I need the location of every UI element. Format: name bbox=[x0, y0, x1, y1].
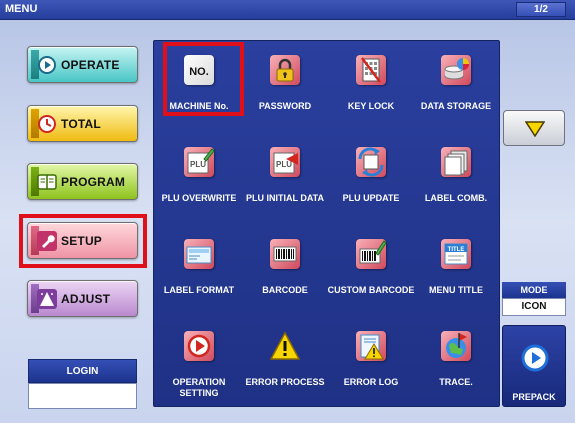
grid-label: LABEL FORMAT bbox=[163, 285, 235, 295]
label-comb-icon bbox=[439, 145, 473, 179]
grid-label: MACHINE No. bbox=[169, 101, 229, 111]
grid-label: OPERATION SETTING bbox=[172, 377, 226, 398]
grid-label: DATA STORAGE bbox=[420, 101, 492, 111]
plu-overwrite-icon-text: PLU bbox=[190, 160, 206, 169]
plu-initial-icon: PLU bbox=[268, 145, 302, 179]
grid-item-custom-barcode[interactable]: CUSTOM BARCODE bbox=[328, 229, 414, 319]
triangle-down-icon bbox=[525, 121, 545, 137]
data-storage-icon bbox=[439, 53, 473, 87]
page-indicator: 1/2 bbox=[516, 2, 566, 17]
prepack-button[interactable]: PREPACK bbox=[502, 325, 566, 407]
prepack-label: PREPACK bbox=[512, 392, 556, 402]
play-circle-icon bbox=[37, 55, 57, 75]
menu-label-program: PROGRAM bbox=[61, 175, 126, 189]
scroll-down-button[interactable] bbox=[503, 110, 565, 146]
menu-label-total: TOTAL bbox=[61, 117, 101, 131]
grid-item-key-lock[interactable]: KEY LOCK bbox=[328, 45, 414, 135]
book-icon bbox=[37, 172, 57, 192]
window-title: MENU bbox=[5, 3, 38, 15]
custom-barcode-icon bbox=[354, 237, 388, 271]
trace-icon bbox=[439, 329, 473, 363]
title-bar: MENU 1/2 bbox=[0, 0, 575, 20]
grid-label: PLU INITIAL DATA bbox=[246, 193, 324, 203]
label-format-icon bbox=[182, 237, 216, 271]
grid-label: KEY LOCK bbox=[347, 101, 395, 111]
grid-label: LABEL COMB. bbox=[424, 193, 488, 203]
menu-label-adjust: ADJUST bbox=[61, 292, 111, 306]
icon-panel: NO. MACHINE No. PASSWORD KEY LOCK DATA S… bbox=[153, 40, 500, 407]
error-log-icon bbox=[354, 329, 388, 363]
grid-label: CUSTOM BARCODE bbox=[327, 285, 415, 295]
grid-item-plu-overwrite[interactable]: PLU PLU OVERWRITE bbox=[156, 137, 242, 227]
grid-label: PLU OVERWRITE bbox=[161, 193, 237, 203]
mode-value[interactable]: ICON bbox=[502, 298, 566, 316]
grid-label: TRACE. bbox=[439, 377, 473, 387]
grid-label: BARCODE bbox=[262, 285, 308, 295]
adjust-icon bbox=[37, 289, 57, 309]
grid-item-plu-initial-data[interactable]: PLU PLU INITIAL DATA bbox=[242, 137, 328, 227]
plu-initial-icon-text: PLU bbox=[276, 160, 292, 169]
menu-button-adjust[interactable]: ADJUST bbox=[27, 280, 138, 317]
grid-label: MENU TITLE bbox=[429, 285, 483, 295]
menu-button-setup[interactable]: SETUP bbox=[27, 222, 138, 259]
plu-update-icon bbox=[354, 145, 388, 179]
padlock-icon bbox=[268, 53, 302, 87]
menu-button-total[interactable]: TOTAL bbox=[27, 105, 138, 142]
grid-label: ERROR PROCESS bbox=[245, 377, 325, 387]
grid-item-trace[interactable]: TRACE. bbox=[413, 321, 499, 411]
warning-icon bbox=[268, 329, 302, 363]
play-circle-icon bbox=[521, 344, 549, 372]
grid-label: PASSWORD bbox=[258, 101, 312, 111]
mode-header: MODE bbox=[502, 282, 566, 298]
menu-title-icon-text: TITLE bbox=[448, 247, 465, 253]
grid-item-label-comb[interactable]: LABEL COMB. bbox=[413, 137, 499, 227]
grid-item-plu-update[interactable]: PLU UPDATE bbox=[328, 137, 414, 227]
grid-item-error-log[interactable]: ERROR LOG bbox=[328, 321, 414, 411]
machine-number-icon-text: NO. bbox=[189, 66, 209, 78]
grid-item-machine-no[interactable]: NO. MACHINE No. bbox=[156, 45, 242, 135]
wrench-icon bbox=[37, 231, 57, 251]
menu-label-operate: OPERATE bbox=[61, 58, 120, 72]
clock-icon bbox=[37, 114, 57, 134]
menu-button-program[interactable]: PROGRAM bbox=[27, 163, 138, 200]
grid-item-operation-setting[interactable]: OPERATION SETTING bbox=[156, 321, 242, 411]
grid-label: PLU UPDATE bbox=[342, 193, 400, 203]
grid-item-data-storage[interactable]: DATA STORAGE bbox=[413, 45, 499, 135]
grid-label: ERROR LOG bbox=[343, 377, 399, 387]
grid-item-barcode[interactable]: BARCODE bbox=[242, 229, 328, 319]
login-field[interactable] bbox=[28, 383, 137, 409]
grid-item-error-process[interactable]: ERROR PROCESS bbox=[242, 321, 328, 411]
operation-setting-icon bbox=[182, 329, 216, 363]
menu-button-operate[interactable]: OPERATE bbox=[27, 46, 138, 83]
keylock-icon bbox=[354, 53, 388, 87]
grid-item-password[interactable]: PASSWORD bbox=[242, 45, 328, 135]
menu-label-setup: SETUP bbox=[61, 234, 103, 248]
machine-number-icon: NO. bbox=[182, 53, 216, 87]
barcode-icon bbox=[268, 237, 302, 271]
grid-item-label-format[interactable]: LABEL FORMAT bbox=[156, 229, 242, 319]
grid-item-menu-title[interactable]: TITLE MENU TITLE bbox=[413, 229, 499, 319]
login-header: LOGIN bbox=[28, 359, 137, 383]
plu-overwrite-icon: PLU bbox=[182, 145, 216, 179]
menu-title-icon: TITLE bbox=[439, 237, 473, 271]
